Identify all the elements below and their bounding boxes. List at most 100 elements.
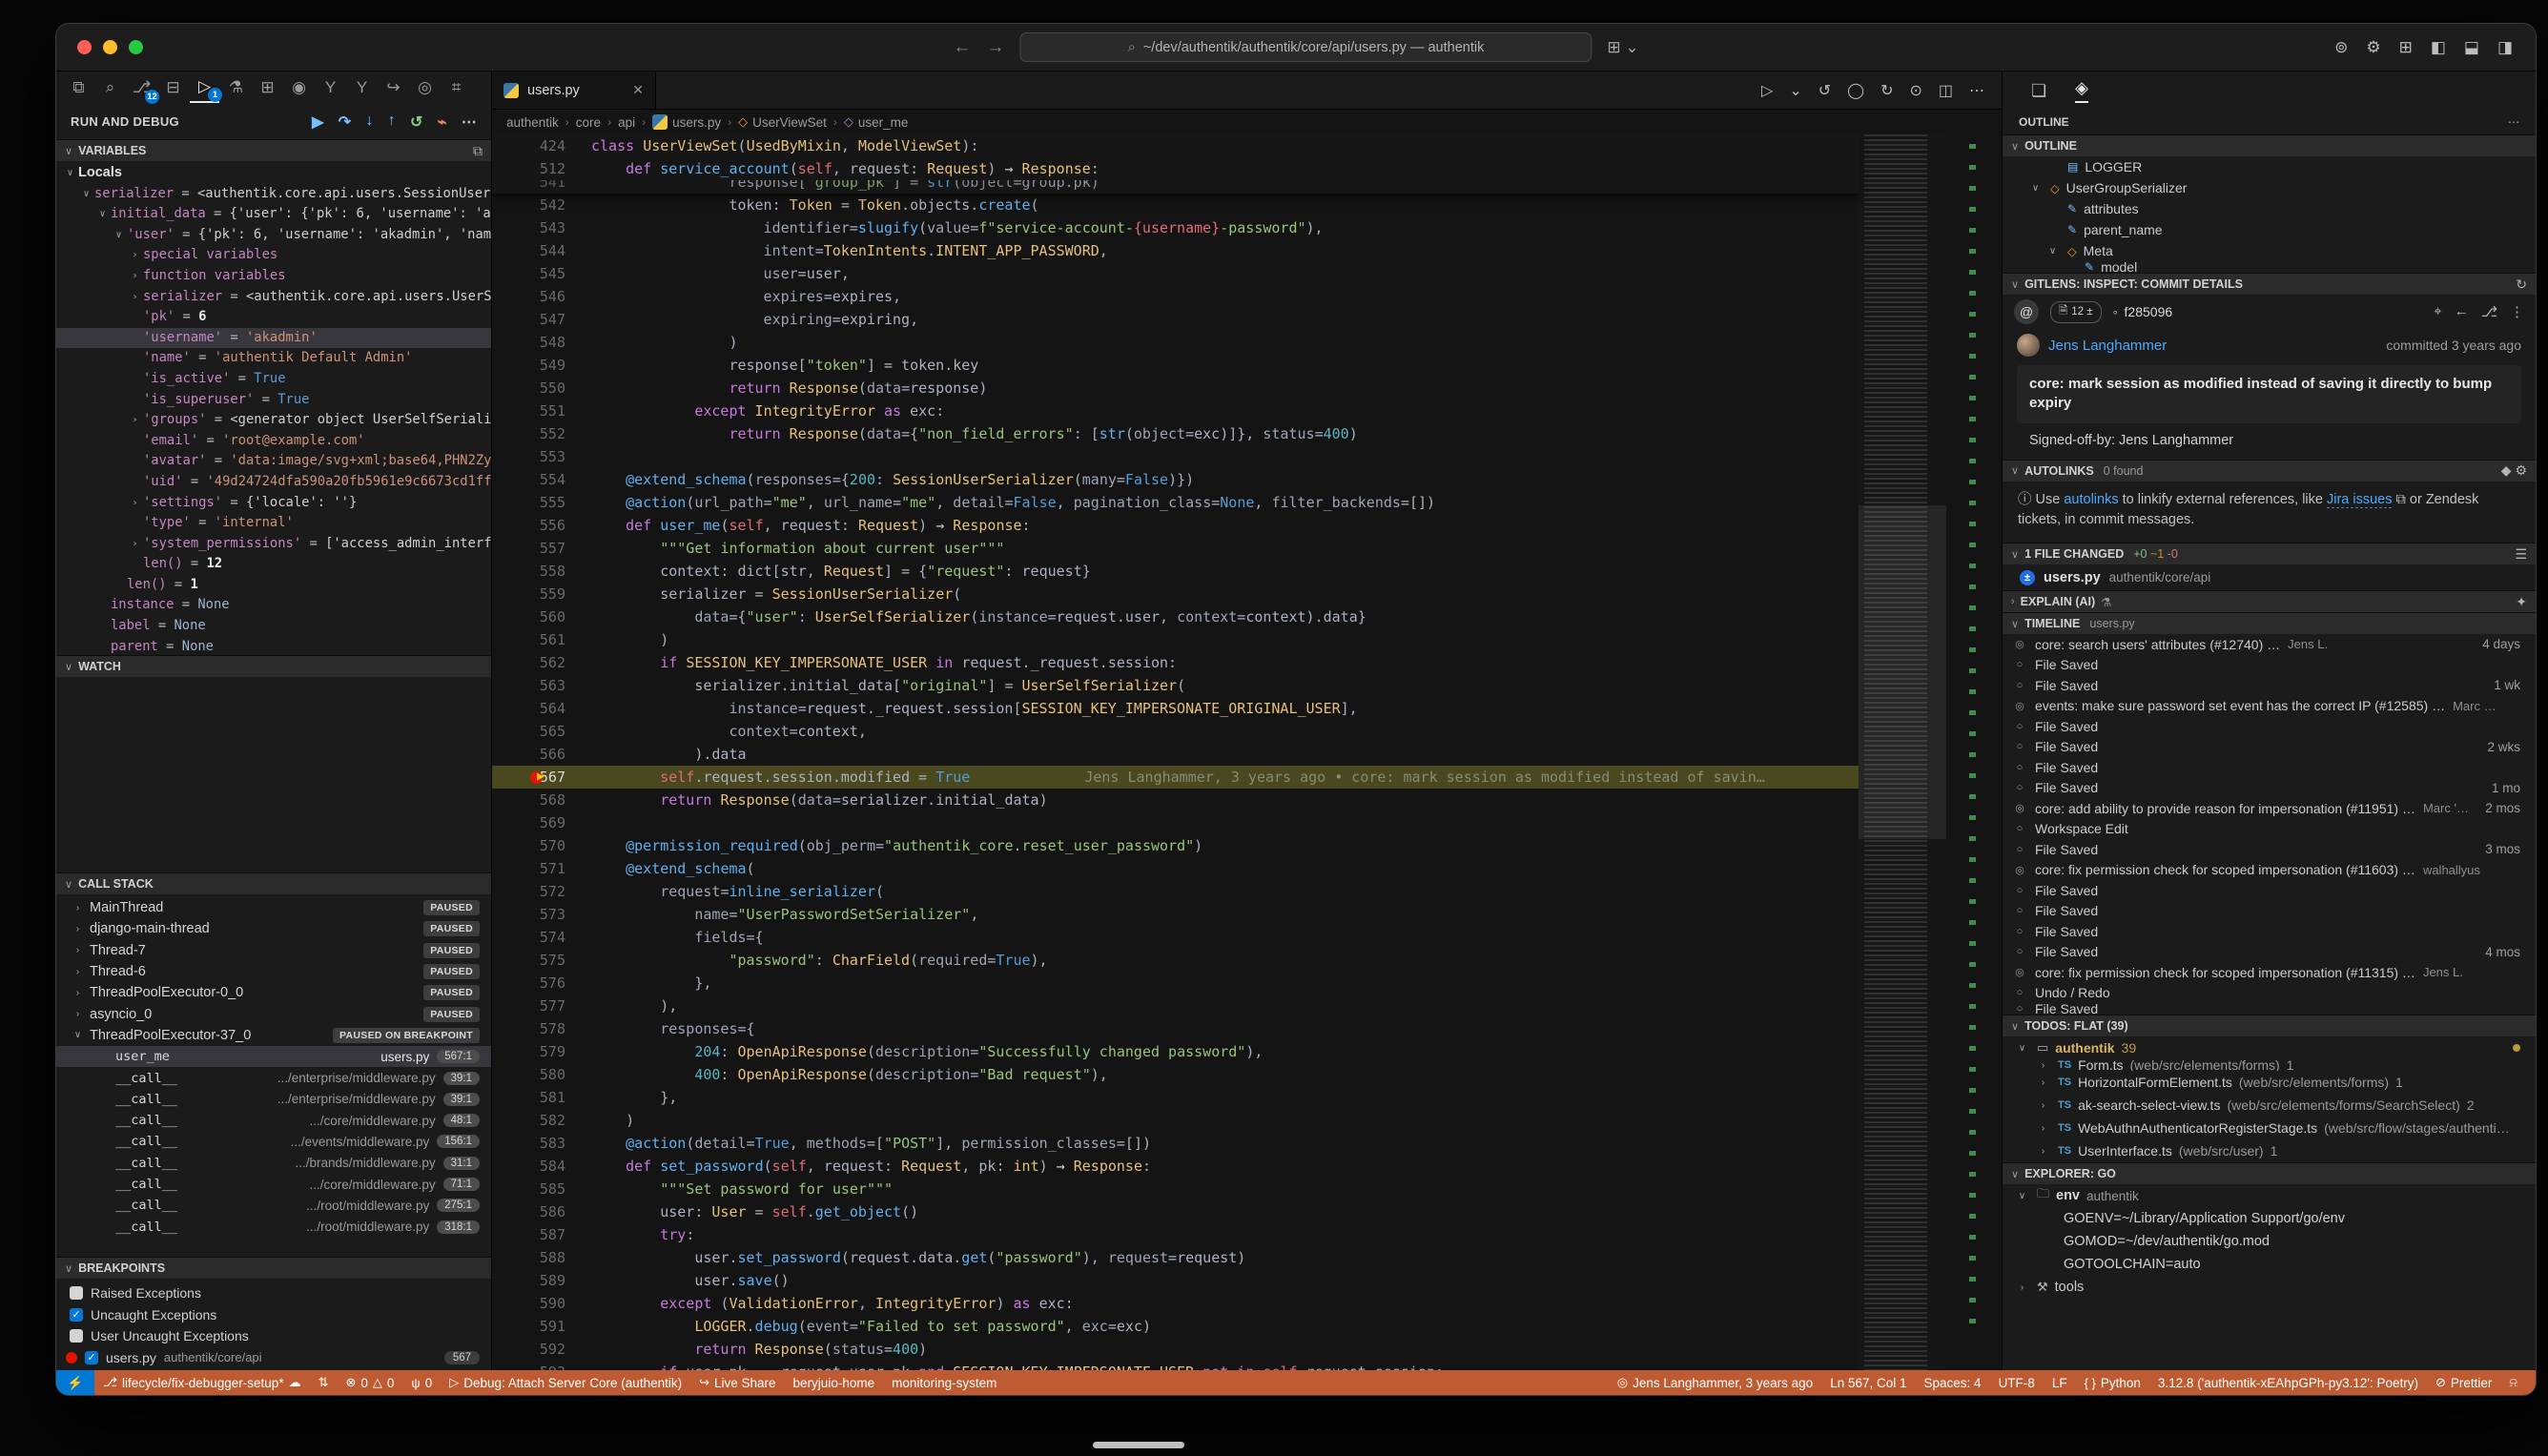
code-line-548[interactable]: 548): [492, 331, 1859, 354]
breadcrumb-item-user_me[interactable]: ◇user_me: [844, 114, 909, 130]
code-line-563[interactable]: 563serializer.initial_data["original"] =…: [492, 674, 1859, 697]
autolinks-section-header[interactable]: ∨ AUTOLINKS 0 found ◆ ⚙: [2003, 460, 2536, 482]
todo-file-row[interactable]: ›TSForm.ts(web/src/elements/forms)1: [2003, 1059, 2536, 1071]
code-line-590[interactable]: 590except (ValidationError, IntegrityErr…: [492, 1292, 1859, 1315]
remote-explorer-icon[interactable]: ⊟: [158, 73, 188, 103]
variable-row[interactable]: ∨'user' = {'pk': 6, 'username': 'akadmin…: [56, 225, 491, 246]
disconnect-icon[interactable]: ⌁: [438, 113, 447, 132]
tab-users-py[interactable]: users.py ✕: [492, 72, 656, 109]
breadcrumb-item-authentik[interactable]: authentik: [506, 115, 559, 130]
code-line-542[interactable]: 542token: Token = Token.objects.create(: [492, 194, 1859, 216]
ai-sparkle-icon[interactable]: ✦: [2516, 594, 2527, 610]
breakpoint-row[interactable]: Raised Exceptions: [56, 1282, 491, 1304]
step-into-icon[interactable]: ↓: [365, 113, 373, 132]
search-icon[interactable]: ⌕: [95, 73, 125, 103]
breadcrumb-item-core[interactable]: core: [576, 115, 601, 130]
code-line-512[interactable]: 512def service_account(self, request: Re…: [492, 157, 1859, 180]
variable-row[interactable]: ∨serializer = <authentik.core.api.users.…: [56, 184, 491, 205]
hierarchy-icon[interactable]: ⌗: [442, 73, 471, 103]
code-line-544[interactable]: 544intent=TokenIntents.INTENT_APP_PASSWO…: [492, 239, 1859, 262]
live-share-item[interactable]: ↪Live Share: [690, 1370, 784, 1395]
timeline-item[interactable]: ○File Saved4 mos: [2003, 942, 2536, 963]
step-forward-icon[interactable]: ↻: [1880, 81, 1893, 100]
go-tools-row[interactable]: ›⚒tools: [2003, 1276, 2536, 1299]
code-line-574[interactable]: 574fields={: [492, 926, 1859, 949]
timeline-item[interactable]: ◎core: fix permission check for scoped i…: [2003, 860, 2536, 881]
timeline-item[interactable]: ◎events: make sure password set event ha…: [2003, 696, 2536, 717]
cursor-position-item[interactable]: Ln 567, Col 1: [1821, 1370, 1915, 1395]
code-line-545[interactable]: 545user=user,: [492, 262, 1859, 285]
code-line-565[interactable]: 565context=context,: [492, 720, 1859, 743]
code-line-584[interactable]: 584def set_password(self, request: Reque…: [492, 1155, 1859, 1178]
history-back-icon[interactable]: ←: [953, 37, 971, 58]
variable-row[interactable]: ›function variables: [56, 266, 491, 287]
outline-tab-icon[interactable]: ◈: [2075, 78, 2088, 103]
call-stack-frame[interactable]: __call__.../enterprise/middleware.py39:1: [56, 1067, 491, 1088]
code-line-591[interactable]: 591LOGGER.debug(event="Failed to set pas…: [492, 1315, 1859, 1338]
variable-row[interactable]: 'avatar' = 'data:image/svg+xml;base64,PH…: [56, 451, 491, 472]
timeline-item[interactable]: ◎core: fix permission check for scoped i…: [2003, 962, 2536, 983]
record-icon[interactable]: ◎: [410, 73, 440, 103]
code-line-562[interactable]: 562if SESSION_KEY_IMPERSONATE_USER in re…: [492, 651, 1859, 674]
call-stack-frame[interactable]: __call__.../root/middleware.py275:1: [56, 1195, 491, 1216]
variable-row[interactable]: ∨Locals: [56, 163, 491, 184]
go-env-var-row[interactable]: GOMOD=~/dev/authentik/go.mod: [2003, 1230, 2536, 1253]
split-editor-icon[interactable]: ◫: [1939, 81, 1953, 100]
ports-item[interactable]: ψ0: [402, 1370, 441, 1395]
code-line-588[interactable]: 588user.set_password(request.data.get("p…: [492, 1246, 1859, 1269]
variable-row[interactable]: ›special variables: [56, 245, 491, 266]
timeline-item[interactable]: ○File Saved2 wks: [2003, 737, 2536, 758]
prettier-item[interactable]: ⊘Prettier: [2427, 1370, 2500, 1395]
run-python-file-icon[interactable]: ▷: [1761, 81, 1773, 100]
code-line-575[interactable]: 575"password": CharField(required=True),: [492, 949, 1859, 972]
code-line-547[interactable]: 547expiring=expiring,: [492, 308, 1859, 331]
breakpoint-checkbox[interactable]: ✓: [85, 1351, 98, 1364]
extensions-icon[interactable]: ⊞: [253, 73, 282, 103]
breadcrumb-item-users-py[interactable]: users.py: [652, 114, 721, 130]
command-center-search[interactable]: ⌕ ~/dev/authentik/authentik/core/api/use…: [1019, 32, 1592, 62]
breakpoint-row[interactable]: User Uncaught Exceptions: [56, 1325, 491, 1347]
more-actions-icon[interactable]: ⋯: [462, 113, 477, 132]
code-line-424[interactable]: 424class UserViewSet(UsedByMixin, ModelV…: [492, 134, 1859, 157]
code-line-580[interactable]: 580400: OpenApiResponse(description="Bad…: [492, 1063, 1859, 1086]
code-line-586[interactable]: 586user: User = self.get_object(): [492, 1200, 1859, 1223]
todo-file-row[interactable]: ›TSUserInterface.ts(web/src/user)1: [2003, 1139, 2536, 1162]
call-stack-frame[interactable]: user_meusers.py567:1: [56, 1046, 491, 1067]
minimap[interactable]: [1859, 134, 1946, 1370]
outline-item[interactable]: ∨◇UserGroupSerializer: [2003, 177, 2536, 198]
code-line-592[interactable]: 592return Response(status=400): [492, 1338, 1859, 1361]
timeline-item[interactable]: ○File Saved: [2003, 901, 2536, 922]
code-line-567[interactable]: 567▶self.request.session.modified = True…: [492, 766, 1859, 789]
timeline-item[interactable]: ○File Saved3 mos: [2003, 839, 2536, 860]
outline-section-header[interactable]: ∨ OUTLINE: [2003, 134, 2536, 156]
variable-row[interactable]: 'username' = 'akadmin': [56, 328, 491, 349]
gitlens-inspect-tab-icon[interactable]: ❏: [2031, 81, 2046, 101]
todo-file-row[interactable]: ›TSHorizontalFormElement.ts(web/src/elem…: [2003, 1071, 2536, 1094]
code-line-558[interactable]: 558context: dict[str, Request] = {"reque…: [492, 560, 1859, 583]
code-line-556[interactable]: 556def user_me(self, request: Request) →…: [492, 514, 1859, 537]
variable-row[interactable]: 'is_superuser' = True: [56, 390, 491, 411]
variable-row[interactable]: len() = 12: [56, 554, 491, 575]
code-line-578[interactable]: 578responses={: [492, 1017, 1859, 1040]
variable-row[interactable]: 'name' = 'authentik Default Admin': [56, 348, 491, 369]
call-stack-thread[interactable]: ›Thread-7PAUSED: [56, 940, 491, 961]
timeline-item[interactable]: ○File Saved: [2003, 921, 2536, 942]
toggle-primary-sidebar-icon[interactable]: ◧: [2431, 38, 2446, 57]
more-actions-icon[interactable]: ⋯: [2508, 115, 2519, 129]
code-line-550[interactable]: 550return Response(data=response): [492, 377, 1859, 400]
explorer-go-section-header[interactable]: ∨ EXPLORER: GO: [2003, 1162, 2536, 1184]
interpreter-item[interactable]: 3.12.8 ('authentik-xEAhpGPh-py3.12': Poe…: [2149, 1370, 2427, 1395]
changed-file-row[interactable]: ± users.py authentik/core/api: [2003, 564, 2536, 590]
code-line-566[interactable]: 566).data: [492, 743, 1859, 766]
host-item[interactable]: beryjuio-home: [785, 1370, 884, 1395]
code-line-579[interactable]: 579204: OpenApiResponse(description="Suc…: [492, 1040, 1859, 1063]
timeline-item[interactable]: ○Workspace Edit: [2003, 819, 2536, 840]
open-changes-icon[interactable]: ⊙: [1909, 81, 1921, 100]
toggle-secondary-sidebar-icon[interactable]: ◨: [2497, 38, 2513, 57]
variable-row[interactable]: 'type' = 'internal': [56, 513, 491, 534]
outline-item[interactable]: ∨◇Meta: [2003, 240, 2536, 261]
add-autolink-icon[interactable]: ◆ ⚙: [2501, 462, 2527, 479]
gitlens-account-icon[interactable]: @: [2014, 299, 2039, 324]
remote-indicator[interactable]: ⚡: [56, 1370, 94, 1395]
run-debug-icon[interactable]: ▷1: [190, 73, 219, 103]
